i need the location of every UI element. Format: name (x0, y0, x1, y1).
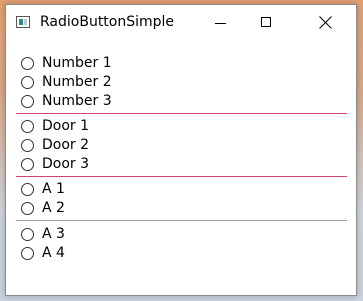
radio-circle-icon (21, 94, 34, 108)
separator-red-1 (16, 113, 347, 114)
radio-circle-icon (21, 201, 34, 215)
radio-door-2[interactable]: Door 2 (21, 136, 89, 154)
radio-a-4[interactable]: A 4 (21, 244, 65, 262)
radio-circle-icon (21, 119, 34, 133)
minimize-icon (215, 23, 226, 24)
app-icon (16, 16, 30, 28)
title-bar[interactable]: RadioButtonSimple (6, 5, 356, 40)
radio-circle-icon (21, 182, 34, 196)
radio-number-3[interactable]: Number 3 (21, 92, 112, 110)
radio-label: Door 2 (42, 137, 90, 153)
radio-label: A 1 (42, 181, 65, 197)
radio-circle-icon (21, 157, 34, 171)
radio-label: Number 1 (42, 55, 112, 71)
close-button[interactable] (302, 5, 348, 40)
radio-door-3[interactable]: Door 3 (21, 155, 89, 173)
window-title: RadioButtonSimple (40, 14, 175, 30)
close-icon (319, 16, 332, 29)
radio-label: Door 1 (42, 118, 90, 134)
radio-circle-icon (21, 246, 34, 260)
radio-number-2[interactable]: Number 2 (21, 73, 112, 91)
radio-label: Number 3 (42, 93, 112, 109)
maximize-button[interactable] (244, 5, 290, 40)
radio-label: Door 3 (42, 156, 90, 172)
radio-a-2[interactable]: A 2 (21, 199, 65, 217)
radio-label: A 4 (42, 245, 65, 261)
radio-label: Number 2 (42, 74, 112, 90)
radio-label: A 2 (42, 200, 65, 216)
radio-a-1[interactable]: A 1 (21, 180, 65, 198)
radio-number-1[interactable]: Number 1 (21, 54, 112, 72)
radio-circle-icon (21, 227, 34, 241)
radio-circle-icon (21, 75, 34, 89)
separator-gray (16, 220, 347, 221)
radio-circle-icon (21, 56, 34, 70)
radio-a-3[interactable]: A 3 (21, 225, 65, 243)
radio-door-1[interactable]: Door 1 (21, 117, 89, 135)
app-window: RadioButtonSimple Number 1 Number 2 Numb… (5, 4, 357, 296)
separator-red-2 (16, 176, 347, 177)
radio-label: A 3 (42, 226, 65, 242)
radio-circle-icon (21, 138, 34, 152)
minimize-button[interactable] (198, 5, 244, 40)
radio-content: Number 1 Number 2 Number 3 Door 1 Door 2… (6, 40, 356, 295)
maximize-icon (261, 17, 271, 27)
